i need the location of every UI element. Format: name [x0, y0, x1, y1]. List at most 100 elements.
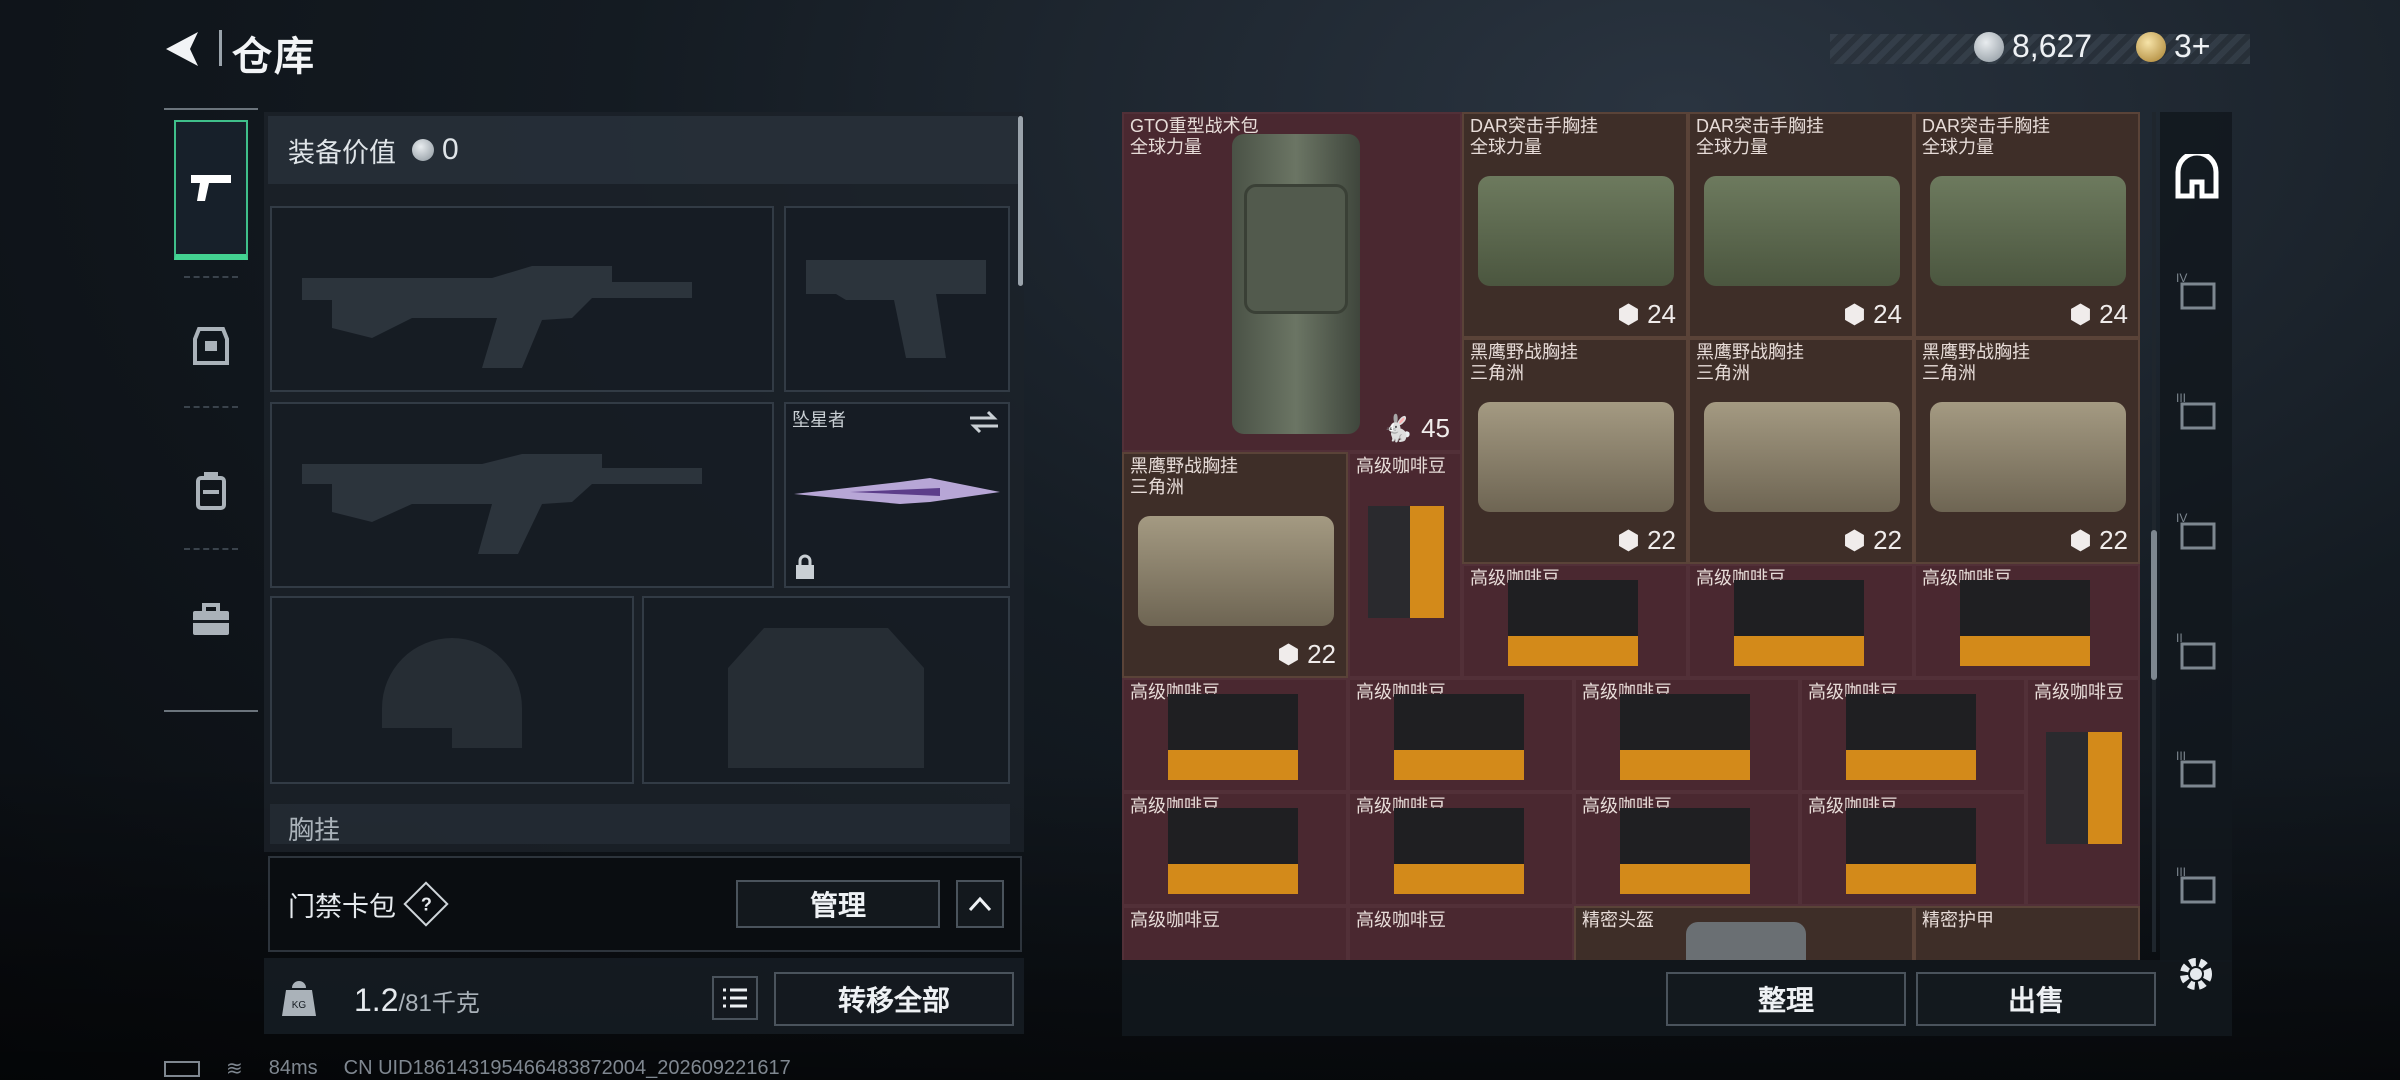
equipment-scrollbar[interactable]: [1018, 116, 1023, 286]
inventory-scrollbar[interactable]: [2151, 530, 2157, 680]
inventory-item-chest-rig[interactable]: DAR突击手胸挂 全球力量 ⬢ 24: [1462, 112, 1688, 338]
inventory-item-armor[interactable]: 精密护甲: [1914, 906, 2140, 960]
chest-rig-label: 胸挂: [288, 815, 341, 844]
armor-slot[interactable]: [642, 596, 1010, 784]
silver-currency[interactable]: 8,627: [1974, 28, 2092, 65]
inventory-item-coffee[interactable]: 高级咖啡豆: [1348, 792, 1574, 906]
inventory-item-chest-rig[interactable]: 黑鹰野战胸挂 三角洲 ⬢ 22: [1914, 338, 2140, 564]
storage-tier-icon[interactable]: III: [2174, 748, 2220, 794]
melee-name: 坠星者: [792, 410, 846, 430]
storage-filter-bar: IV III IV II III III: [2160, 112, 2232, 962]
inventory-item-coffee[interactable]: 高级咖啡豆: [1348, 906, 1574, 960]
inventory-item-coffee[interactable]: 高级咖啡豆: [1800, 792, 2026, 906]
inventory-item-coffee[interactable]: 高级咖啡豆: [1574, 678, 1800, 792]
page-title: 仓库: [232, 35, 316, 79]
svg-text:IV: IV: [2176, 271, 2187, 285]
svg-text:III: III: [2176, 749, 2186, 763]
access-card-label: 门禁卡包: [288, 891, 396, 922]
weight-max: /81千克: [398, 990, 480, 1017]
tab-divider: [184, 548, 238, 550]
inventory-item-coffee[interactable]: 高级咖啡豆: [1800, 678, 2026, 792]
ping-readout: 84ms: [268, 1057, 318, 1079]
sell-button[interactable]: 出售: [1916, 972, 2156, 1026]
gold-coin-icon: [2136, 31, 2166, 62]
secondary-weapon-slot[interactable]: [784, 206, 1010, 392]
svg-text:KG: KG: [292, 1000, 307, 1011]
inventory-item-coffee[interactable]: 高级咖啡豆: [1122, 792, 1348, 906]
storage-tier-icon[interactable]: III: [2174, 864, 2220, 910]
inventory-item-helmet[interactable]: 精密头盔: [1574, 906, 1914, 960]
briefcase-icon: [193, 603, 229, 635]
storage-home-icon[interactable]: [2174, 150, 2220, 200]
tab-gear[interactable]: [174, 310, 248, 380]
inventory-item-coffee[interactable]: 高级咖啡豆: [1574, 792, 1800, 906]
svg-text:II: II: [2176, 631, 2183, 645]
inventory-item-backpack[interactable]: GTO重型战术包 全球力量 🐇 45: [1122, 112, 1462, 452]
primary-weapon-slot-2[interactable]: [270, 402, 774, 588]
silver-amount: 8,627: [2012, 28, 2093, 64]
knife-icon: [794, 478, 1000, 504]
pistol-silhouette-icon: [806, 260, 986, 358]
melee-slot[interactable]: 坠星者: [784, 402, 1010, 588]
rifle-silhouette-icon: [302, 454, 702, 554]
inventory-item-coffee[interactable]: 高级咖啡豆: [1348, 452, 1462, 678]
helmet-silhouette-icon: [382, 638, 522, 748]
status-bar: ≋ 84ms CN UID18614319546648387200​4_2026…: [164, 1056, 791, 1080]
primary-weapon-slot[interactable]: [270, 206, 774, 392]
svg-text:III: III: [2176, 391, 2186, 405]
inventory-item-chest-rig[interactable]: DAR突击手胸挂 全球力量 ⬢ 24: [1914, 112, 2140, 338]
gold-currency[interactable]: 3+: [2136, 28, 2210, 65]
inventory-item-coffee[interactable]: 高级咖啡豆: [1122, 678, 1348, 792]
category-tabs: [164, 108, 258, 712]
storage-tier-icon[interactable]: III: [2174, 390, 2220, 436]
svg-text:III: III: [2176, 865, 2186, 879]
battery-icon: [164, 1060, 200, 1077]
help-icon[interactable]: ?: [403, 881, 449, 927]
inventory-item-chest-rig[interactable]: 黑鹰野战胸挂 三角洲 ⬢ 22: [1122, 452, 1348, 678]
uid-readout: CN UID18614319546648387200​4_20260922161…: [343, 1057, 791, 1079]
chest-rig-section[interactable]: 胸挂: [270, 804, 1010, 844]
inventory-grid: GTO重型战术包 全球力量 🐇 45 DAR突击手胸挂 全球力量 ⬢ 24 DAR突…: [1122, 112, 2140, 960]
sort-button[interactable]: 整理: [1666, 972, 1906, 1026]
tab-divider: [184, 406, 238, 408]
inventory-item-coffee[interactable]: 高级咖啡豆: [1122, 906, 1348, 960]
inventory-item-chest-rig[interactable]: DAR突击手胸挂 全球力量 ⬢ 24: [1688, 112, 1914, 338]
list-icon[interactable]: [712, 976, 758, 1020]
chevron-up-icon[interactable]: [956, 880, 1004, 928]
inventory-item-coffee[interactable]: 高级咖啡豆: [1348, 678, 1574, 792]
equipment-value-label: 装备价值: [288, 137, 396, 168]
armor-silhouette-icon: [728, 628, 924, 768]
storage-tier-icon[interactable]: IV: [2174, 270, 2220, 316]
rifle-silhouette-icon: [302, 266, 692, 368]
back-arrow-icon[interactable]: [160, 26, 206, 72]
silver-coin-icon: [412, 139, 434, 161]
storage-tier-icon[interactable]: IV: [2174, 510, 2220, 556]
inventory-item-chest-rig[interactable]: 黑鹰野战胸挂 三角洲 ⬢ 22: [1688, 338, 1914, 564]
weight-readout: 1.2/81千克: [354, 982, 480, 1019]
tab-case[interactable]: [174, 580, 248, 660]
inventory-item-coffee[interactable]: 高级咖啡豆: [1914, 564, 2140, 678]
helmet-slot[interactable]: [270, 596, 634, 784]
inventory-item-chest-rig[interactable]: 黑鹰野战胸挂 三角洲 ⬢ 22: [1462, 338, 1688, 564]
pistol-icon: [191, 175, 231, 201]
armor-vest-icon: [193, 327, 229, 365]
silver-coin-icon: [1974, 31, 2004, 62]
storage-tier-icon[interactable]: II: [2174, 630, 2220, 676]
weight-current: 1.2: [354, 982, 399, 1018]
transfer-all-button[interactable]: 转移全部: [774, 972, 1014, 1026]
tab-bag[interactable]: [174, 450, 248, 530]
inventory-item-coffee[interactable]: 高级咖啡豆: [2026, 678, 2140, 906]
equipment-value-row: 装备价值 0: [268, 116, 1018, 184]
lock-icon: [796, 554, 814, 579]
inventory-item-coffee[interactable]: 高级咖啡豆: [1462, 564, 1688, 678]
inventory-item-coffee[interactable]: 高级咖啡豆: [1688, 564, 1914, 678]
equipment-value: 0: [442, 133, 459, 166]
svg-text:IV: IV: [2176, 511, 2187, 525]
tab-divider: [184, 276, 238, 278]
gold-amount: 3+: [2174, 28, 2211, 64]
wifi-icon: ≋: [226, 1058, 243, 1080]
tab-weapons[interactable]: [174, 120, 248, 260]
manage-button[interactable]: 管理: [736, 880, 940, 928]
swap-icon[interactable]: [968, 410, 1000, 434]
gear-icon[interactable]: [2174, 952, 2218, 996]
